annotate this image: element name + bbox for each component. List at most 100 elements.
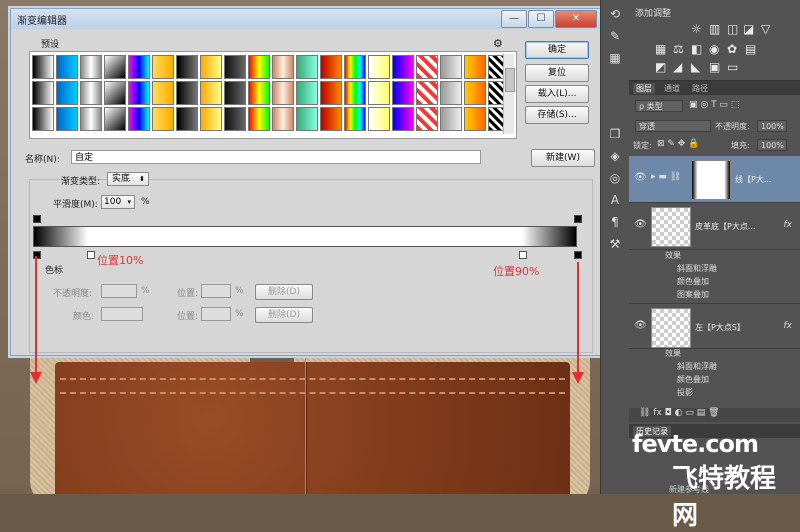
preset-swatch[interactable]: [416, 107, 438, 131]
preset-swatch[interactable]: [368, 107, 390, 131]
preset-swatch[interactable]: [224, 81, 246, 105]
preset-swatch[interactable]: [152, 81, 174, 105]
preset-swatch[interactable]: [200, 107, 222, 131]
preset-swatch[interactable]: [224, 55, 246, 79]
vibrance-icon[interactable]: ▽: [761, 22, 770, 36]
preset-swatch[interactable]: [344, 107, 366, 131]
opacity-field[interactable]: [101, 284, 137, 298]
layer-item[interactable]: 👁 皮革底【P大点... fx: [629, 203, 800, 250]
blend-mode-select[interactable]: 穿透: [635, 120, 711, 132]
preset-swatch[interactable]: [152, 55, 174, 79]
character-icon[interactable]: A: [607, 192, 623, 208]
brush-icon[interactable]: ✎: [607, 28, 623, 44]
preset-swatch[interactable]: [32, 81, 54, 105]
preset-swatch[interactable]: [128, 107, 150, 131]
preset-swatch[interactable]: [176, 107, 198, 131]
color-field[interactable]: [101, 307, 143, 321]
load-button[interactable]: 载入(L)...: [525, 85, 589, 103]
preset-swatch[interactable]: [176, 55, 198, 79]
close-button[interactable]: ✕: [555, 10, 597, 28]
dialog-titlebar[interactable]: 渐变编辑器 — ☐ ✕: [11, 9, 601, 29]
smoothness-stepper[interactable]: 100 ▾: [101, 195, 135, 209]
tab-paths[interactable]: 路径: [689, 83, 711, 94]
preset-swatch[interactable]: [296, 55, 318, 79]
preset-swatch[interactable]: [128, 55, 150, 79]
history-icon[interactable]: ⟲: [607, 6, 623, 22]
preset-swatch[interactable]: [392, 107, 414, 131]
preset-swatch[interactable]: [320, 81, 342, 105]
preset-swatch[interactable]: [344, 81, 366, 105]
layers-icon[interactable]: ❐: [607, 126, 623, 142]
lookup-icon[interactable]: ▤: [745, 42, 756, 56]
preset-swatch[interactable]: [272, 81, 294, 105]
preset-swatch[interactable]: [248, 107, 270, 131]
balance-icon[interactable]: ⚖: [673, 42, 684, 56]
preset-swatch[interactable]: [464, 107, 486, 131]
delete-color-stop-button[interactable]: 删除(D): [255, 307, 313, 323]
paths-icon[interactable]: ◎: [607, 170, 623, 186]
channels-icon[interactable]: ◈: [607, 148, 623, 164]
preset-swatch[interactable]: [32, 55, 54, 79]
preset-swatch[interactable]: [392, 81, 414, 105]
reset-button[interactable]: 复位: [525, 64, 589, 82]
preset-swatch[interactable]: [200, 55, 222, 79]
layer-item[interactable]: 👁 左【P大点S】 fx: [629, 303, 800, 349]
fx-icon[interactable]: fx: [784, 220, 793, 230]
filter-icons[interactable]: ▣ ◎ T ▭ ⬚: [689, 100, 739, 110]
threshold-icon[interactable]: ◣: [691, 60, 700, 74]
preset-swatch[interactable]: [464, 81, 486, 105]
preset-swatch[interactable]: [416, 81, 438, 105]
preset-swatch[interactable]: [248, 55, 270, 79]
presets-panel[interactable]: [29, 51, 517, 139]
tool-presets-icon[interactable]: ⚒: [607, 236, 623, 252]
invert-icon[interactable]: ◩: [655, 60, 666, 74]
preset-swatch[interactable]: [464, 55, 486, 79]
posterize-icon[interactable]: ◢: [673, 60, 682, 74]
new-button[interactable]: 新建(W): [531, 149, 595, 167]
preset-swatch[interactable]: [80, 107, 102, 131]
preset-swatch[interactable]: [56, 107, 78, 131]
preset-swatch[interactable]: [320, 107, 342, 131]
curves-icon[interactable]: ◫: [727, 22, 738, 36]
preset-swatch[interactable]: [104, 55, 126, 79]
tab-layers[interactable]: 图层: [633, 82, 655, 94]
gradient-type-select[interactable]: 实底 ⬍: [107, 172, 149, 186]
presets-scrollbar[interactable]: [503, 54, 515, 134]
preset-swatch[interactable]: [56, 55, 78, 79]
preset-swatch[interactable]: [296, 81, 318, 105]
folder-icon[interactable]: ▸ ▬ ⛓: [651, 172, 681, 182]
layer-item[interactable]: 👁 ▸ ▬ ⛓ 线【P大...: [629, 156, 800, 203]
layer-opacity-field[interactable]: 100%: [757, 120, 787, 132]
eye-icon[interactable]: 👁: [634, 172, 647, 183]
opacity-location-field[interactable]: [201, 284, 231, 298]
preset-swatch[interactable]: [272, 55, 294, 79]
mixer-icon[interactable]: ✿: [727, 42, 737, 56]
preset-swatch[interactable]: [128, 81, 150, 105]
color-stop-100[interactable]: [574, 251, 582, 259]
brightness-icon[interactable]: ☼: [691, 22, 702, 36]
preset-swatch[interactable]: [320, 55, 342, 79]
color-location-field[interactable]: [201, 307, 231, 321]
gradient-map-icon[interactable]: ▭: [727, 60, 738, 74]
photo-filter-icon[interactable]: ◉: [709, 42, 719, 56]
preset-swatch[interactable]: [440, 81, 462, 105]
delete-opacity-stop-button[interactable]: 删除(D): [255, 284, 313, 300]
levels-icon[interactable]: ▥: [709, 22, 720, 36]
preset-swatch[interactable]: [368, 55, 390, 79]
preset-swatch[interactable]: [200, 81, 222, 105]
preset-swatch[interactable]: [176, 81, 198, 105]
layers-footer[interactable]: ⛓ fx ◘ ◐ ▭ ▤ 🗑: [629, 408, 800, 422]
preset-swatch[interactable]: [56, 81, 78, 105]
swatch-icon[interactable]: ▦: [607, 50, 623, 66]
gear-icon[interactable]: ⚙: [493, 37, 503, 50]
opacity-stop-left[interactable]: [33, 215, 41, 223]
ok-button[interactable]: 确定: [525, 41, 589, 59]
opacity-stop-right[interactable]: [574, 215, 582, 223]
preset-swatch[interactable]: [368, 81, 390, 105]
preset-swatch[interactable]: [272, 107, 294, 131]
layer-fill-field[interactable]: 100%: [757, 139, 787, 151]
paragraph-icon[interactable]: ¶: [607, 214, 623, 230]
maximize-button[interactable]: ☐: [528, 10, 554, 28]
bw-icon[interactable]: ◧: [691, 42, 702, 56]
fx-icon[interactable]: fx: [784, 321, 793, 331]
